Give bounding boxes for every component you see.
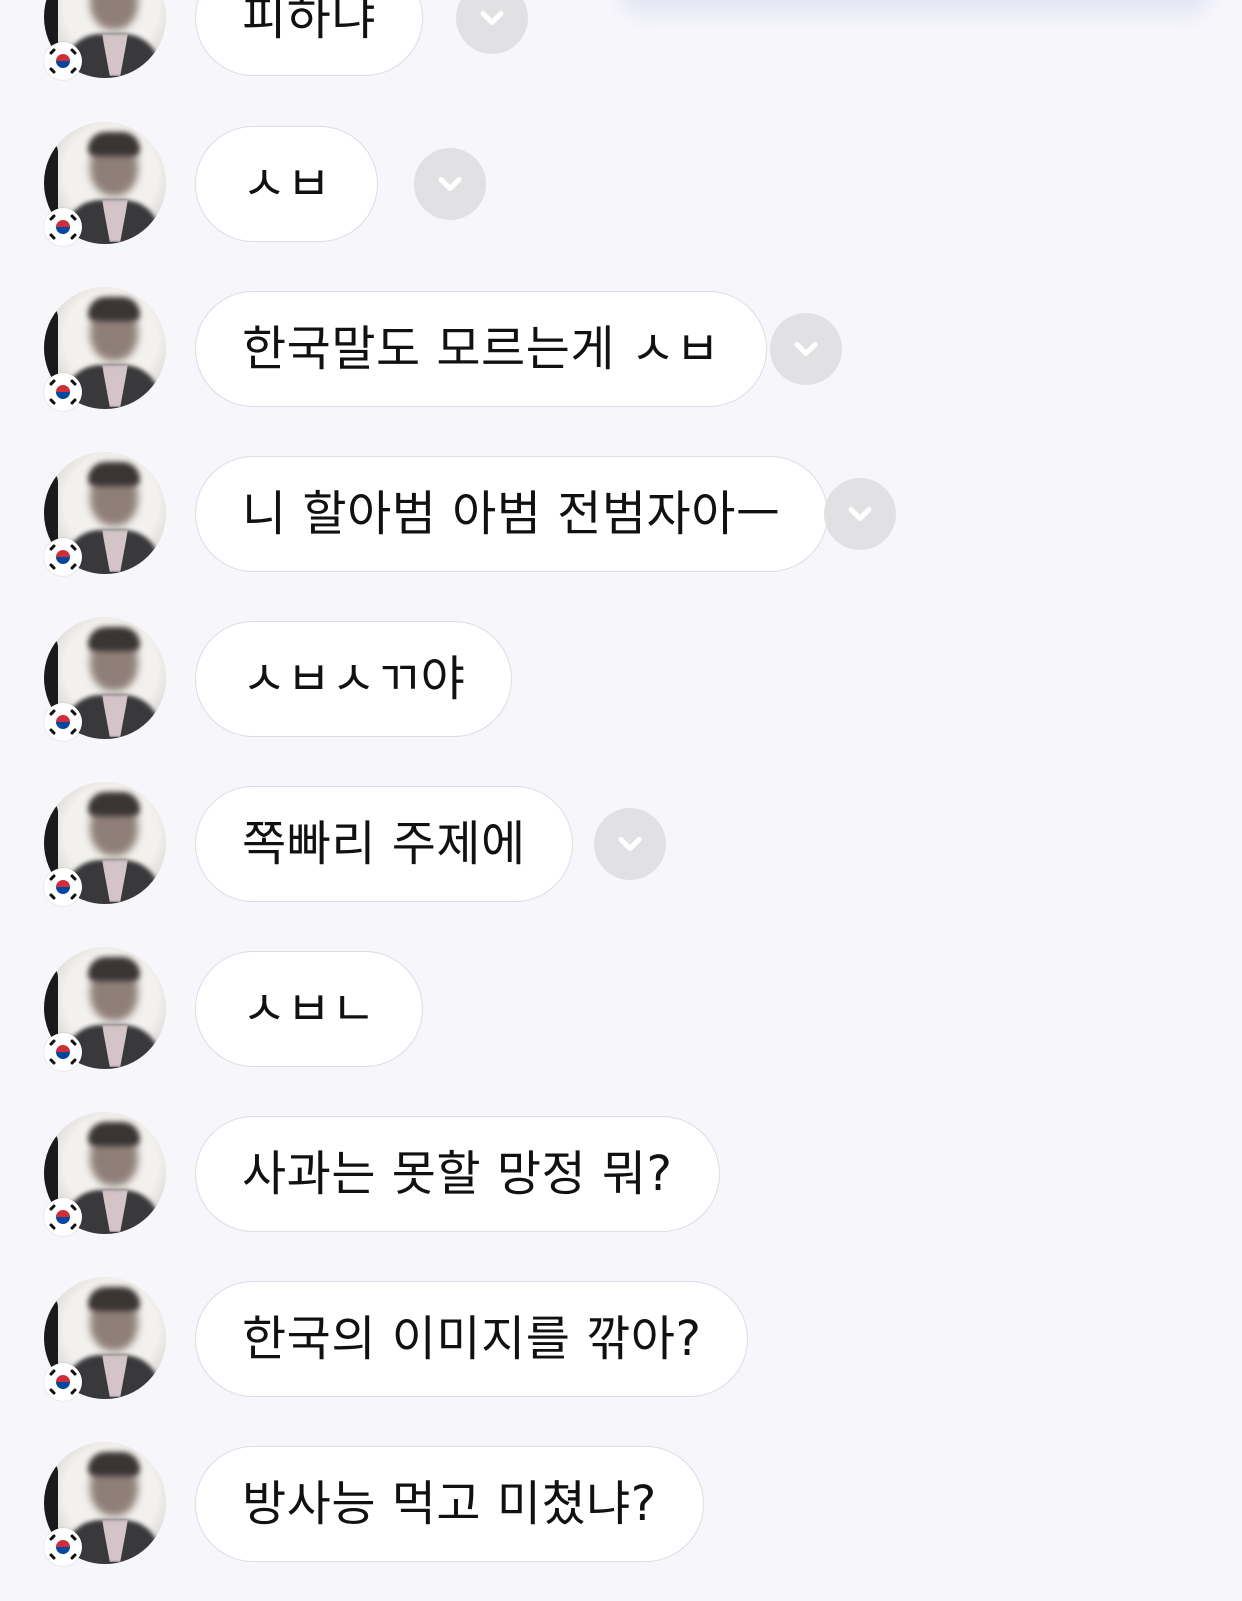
message-text: 한국의 이미지를 깎아? — [242, 1311, 702, 1367]
message-row: 한국의 이미지를 깎아? — [0, 1277, 1242, 1401]
message-bubble[interactable]: 피하냐 — [195, 0, 423, 76]
message-bubble[interactable]: 사과는 못할 망정 뭐? — [195, 1116, 720, 1232]
message-row: 방사능 먹고 미쳤냐? — [0, 1442, 1242, 1566]
korea-flag-icon — [44, 1198, 82, 1236]
message-list: 피하냐 ㅅㅂ 한국말도 모르는게 ㅅㅂ 니 할아범 아범 전범자아ㅡ ㅅㅂㅅㄲ야… — [0, 0, 1242, 1601]
message-menu-button[interactable] — [456, 0, 528, 54]
korea-flag-icon — [44, 208, 82, 246]
message-row: 쪽빠리 주제에 — [0, 782, 1242, 906]
message-bubble[interactable]: 한국말도 모르는게 ㅅㅂ — [195, 291, 768, 407]
message-bubble[interactable]: 쪽빠리 주제에 — [195, 786, 573, 902]
message-menu-button[interactable] — [594, 808, 666, 880]
message-row: ㅅㅂㅅㄲ야 — [0, 617, 1242, 741]
korea-flag-icon — [44, 1363, 82, 1401]
korea-flag-icon — [44, 538, 82, 576]
chevron-down-icon — [794, 341, 818, 357]
message-text: ㅅㅂㄴ — [242, 981, 376, 1037]
message-bubble[interactable]: ㅅㅂ — [195, 126, 379, 242]
korea-flag-icon — [44, 868, 82, 906]
message-row: ㅅㅂㄴ — [0, 947, 1242, 1071]
message-bubble[interactable]: ㅅㅂㄴ — [195, 951, 423, 1067]
chevron-down-icon — [848, 506, 872, 522]
chevron-down-icon — [480, 10, 504, 26]
message-row: 피하냐 — [0, 0, 1242, 80]
message-text: 피하냐 — [242, 0, 376, 46]
korea-flag-icon — [44, 703, 82, 741]
korea-flag-icon — [44, 42, 82, 80]
message-row: 니 할아범 아범 전범자아ㅡ — [0, 452, 1242, 576]
message-text: 한국말도 모르는게 ㅅㅂ — [242, 321, 721, 377]
message-bubble[interactable]: ㅅㅂㅅㄲ야 — [195, 621, 513, 737]
message-bubble[interactable]: 방사능 먹고 미쳤냐? — [195, 1446, 704, 1562]
korea-flag-icon — [44, 373, 82, 411]
message-row: 사과는 못할 망정 뭐? — [0, 1112, 1242, 1236]
message-text: 방사능 먹고 미쳤냐? — [242, 1476, 657, 1532]
korea-flag-icon — [44, 1033, 82, 1071]
message-menu-button[interactable] — [770, 313, 842, 385]
message-text: ㅅㅂㅅㄲ야 — [242, 651, 466, 707]
message-row: 한국말도 모르는게 ㅅㅂ — [0, 287, 1242, 411]
message-row: ㅅㅂ — [0, 122, 1242, 246]
message-bubble[interactable]: 니 할아범 아범 전범자아ㅡ — [195, 456, 828, 572]
message-text: ㅅㅂ — [242, 156, 332, 212]
chevron-down-icon — [438, 176, 462, 192]
message-text: 쪽빠리 주제에 — [242, 816, 526, 872]
message-text: 사과는 못할 망정 뭐? — [242, 1146, 673, 1202]
korea-flag-icon — [44, 1528, 82, 1566]
message-text: 니 할아범 아범 전범자아ㅡ — [242, 486, 781, 542]
message-menu-button[interactable] — [414, 148, 486, 220]
chevron-down-icon — [618, 836, 642, 852]
message-bubble[interactable]: 한국의 이미지를 깎아? — [195, 1281, 749, 1397]
message-menu-button[interactable] — [824, 478, 896, 550]
